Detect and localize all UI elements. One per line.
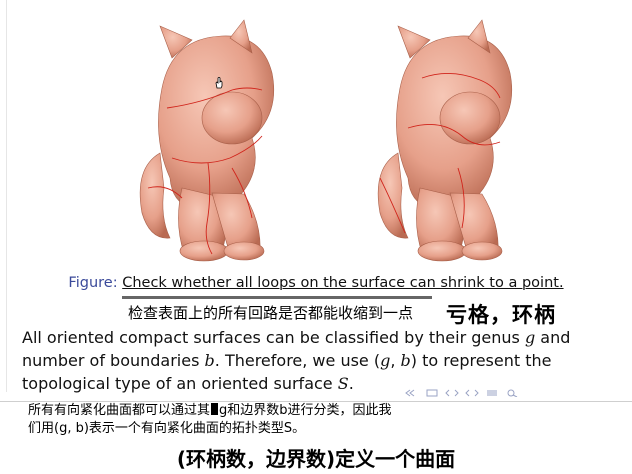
figure-caption-text: Check whether all loops on the surface c… — [122, 275, 564, 291]
body-text-span: number of boundaries — [22, 351, 205, 370]
nav-section-icon[interactable] — [445, 389, 459, 397]
subtitle-bar — [122, 296, 432, 299]
overlay-line1-a: 所有有向紧化曲面都可以通过其 — [28, 403, 211, 418]
body-text-span: All oriented compact surfaces can be cla… — [22, 328, 525, 347]
math-b: b — [400, 351, 411, 370]
subtitle-big: (环柄数，边界数)定义一个曲面 — [176, 447, 456, 471]
subtitle-chinese-line1: 检查表面上的所有回路是否都能收缩到一点 — [128, 304, 414, 322]
hand-cursor-icon — [215, 77, 223, 89]
beamer-nav-icons[interactable] — [405, 387, 623, 399]
nav-slide-icon[interactable] — [465, 389, 479, 397]
subtitle-overlay: 所有有向紧化曲面都可以通过其 g和边界数b进行分类，因此我 们用(g, b)表示一… — [28, 402, 468, 438]
figure-label: Figure: — [68, 275, 118, 291]
body-text-span: . — [348, 374, 354, 393]
figure-caption: Figure: Check whether all loops on the s… — [0, 275, 632, 291]
overlay-line2: 们用(g, b)表示一个有向紧化曲面的拓扑类型S。 — [28, 421, 306, 436]
math-b: b — [204, 351, 215, 370]
body-text-span: ) to represent the — [410, 351, 552, 370]
nav-frame-back-icon[interactable] — [405, 389, 419, 397]
cat-model-left — [139, 19, 275, 262]
cat-model-right — [377, 19, 513, 262]
overlay-line1-b: g和边界数b进行分类，因此我 — [219, 403, 392, 418]
cursor-mark — [211, 403, 219, 415]
math-g: g — [380, 351, 391, 370]
body-text-span: and — [535, 328, 571, 347]
nav-search-icon[interactable] — [505, 389, 519, 397]
nav-subsection-icon[interactable] — [425, 389, 439, 397]
math-g: g — [524, 328, 536, 347]
nav-align-icon[interactable] — [485, 389, 499, 397]
math-s: S — [337, 374, 349, 393]
body-text-span: . Therefore, we use ( — [214, 351, 381, 370]
body-text-span: topological type of an oriented surface — [22, 374, 338, 393]
body-text-span: , — [390, 351, 401, 370]
body-paragraph: All oriented compact surfaces can be cla… — [22, 326, 582, 395]
note-genus-handle: 亏格，环柄 — [446, 303, 556, 327]
left-edge-rule — [6, 0, 7, 392]
